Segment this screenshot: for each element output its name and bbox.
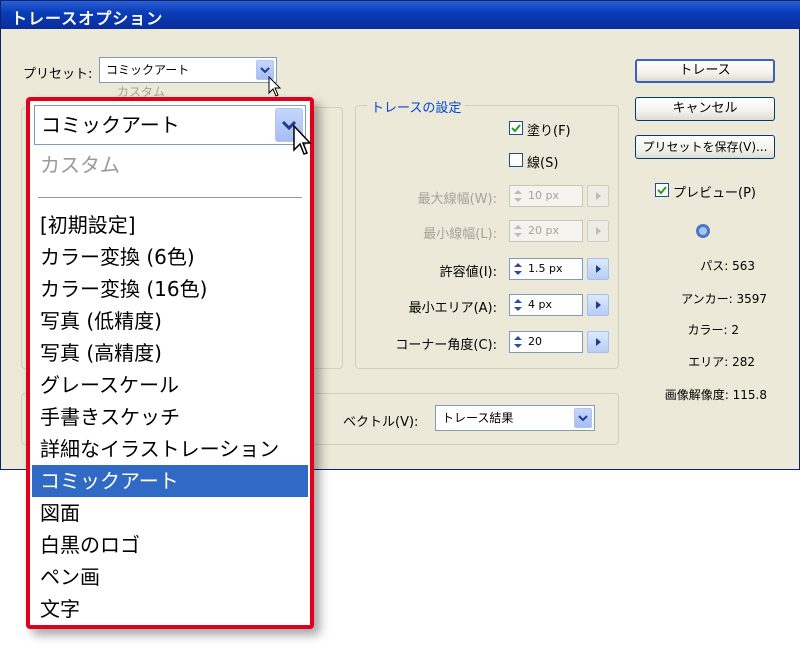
anchors-stat: アンカー: 3597 [681, 292, 767, 306]
chevron-right-icon [596, 265, 601, 273]
list-item-color-16[interactable]: カラー変換 (16色) [32, 273, 308, 305]
vector-label: ベクトル(V): [343, 415, 419, 430]
save-preset-button[interactable]: プリセットを保存(V)... [635, 135, 775, 159]
preset-select[interactable]: コミックアート [99, 57, 277, 83]
preset-select-value: コミックアート [106, 63, 190, 77]
max-stroke-spinner[interactable]: 10 px [509, 185, 583, 207]
list-item-custom[interactable]: カスタム [32, 149, 308, 181]
chevron-right-icon [596, 301, 601, 309]
list-item-color-6[interactable]: カラー変換 (6色) [32, 241, 308, 273]
stroke-label: 線(S) [527, 156, 559, 171]
checkmark-icon [511, 124, 521, 133]
trace-button[interactable]: トレース [635, 59, 775, 83]
list-item-comic-art[interactable]: コミックアート [32, 465, 308, 497]
preview-checkbox[interactable] [655, 183, 669, 197]
stroke-checkbox[interactable] [509, 153, 523, 167]
tolerance-value: 1.5 px [528, 262, 563, 275]
corner-angle-value: 20 [528, 335, 542, 348]
corner-angle-label: コーナー角度(C): [395, 338, 497, 353]
list-item-technical-drawing[interactable]: 図面 [32, 497, 308, 529]
max-stroke-slider-button[interactable] [587, 185, 609, 207]
min-stroke-slider-button[interactable] [587, 220, 609, 242]
paths-stat: パス: 563 [700, 259, 755, 273]
vector-select[interactable]: トレース結果 [435, 405, 595, 431]
list-item-grayscale[interactable]: グレースケール [32, 369, 308, 401]
chevron-right-icon [596, 192, 601, 200]
list-item-detailed-illustration[interactable]: 詳細なイラストレーション [32, 433, 308, 465]
checkmark-icon [657, 186, 667, 195]
max-stroke-label: 最大線幅(W): [417, 192, 497, 207]
chevron-down-icon [260, 66, 270, 73]
cursor-arrow-icon [268, 76, 282, 97]
title-bar[interactable]: トレースオプション [1, 1, 800, 29]
vector-dropdown-button[interactable] [574, 408, 592, 428]
spinner-arrows-icon [514, 299, 522, 311]
min-area-value: 4 px [528, 298, 552, 311]
tolerance-label: 許容値(I): [439, 265, 497, 280]
list-item-photo-high[interactable]: 写真 (高精度) [32, 337, 308, 369]
preview-label: プレビュー(P) [673, 186, 756, 201]
spinner-arrows-icon [514, 336, 522, 348]
list-item-default[interactable]: [初期設定] [32, 209, 308, 241]
cancel-button[interactable]: キャンセル [635, 97, 775, 121]
spinner-arrows-icon [514, 225, 522, 237]
min-area-spinner[interactable]: 4 px [509, 294, 583, 316]
cursor-arrow-icon [293, 124, 312, 155]
colors-stat: カラー: 2 [687, 323, 740, 337]
min-area-label: 最小エリア(A): [408, 301, 497, 316]
resolution-stat: 画像解像度: 115.8 [664, 388, 767, 402]
list-item-type[interactable]: 文字 [32, 593, 308, 625]
min-area-slider-button[interactable] [587, 294, 609, 316]
list-item-bw-logo[interactable]: 白黒のロゴ [32, 529, 308, 561]
tolerance-slider-button[interactable] [587, 258, 609, 280]
tolerance-spinner[interactable]: 1.5 px [509, 258, 583, 280]
chevron-right-icon [596, 227, 601, 235]
list-item-hand-sketch[interactable]: 手書きスケッチ [32, 401, 308, 433]
list-item-photo-low[interactable]: 写真 (低精度) [32, 305, 308, 337]
corner-angle-slider-button[interactable] [587, 331, 609, 353]
trace-settings-title: トレースの設定 [367, 97, 466, 116]
min-stroke-value: 20 px [528, 224, 559, 237]
chevron-down-icon [578, 414, 588, 421]
fill-label: 塗り(F) [527, 124, 571, 139]
spinner-arrows-icon [514, 263, 522, 275]
chevron-right-icon [596, 338, 601, 346]
window-title: トレースオプション [11, 9, 164, 28]
spinner-arrows-icon [514, 190, 522, 202]
areas-stat: エリア: 282 [688, 355, 755, 369]
corner-angle-spinner[interactable]: 20 [509, 331, 583, 353]
list-separator [38, 197, 302, 198]
dropdown-combo[interactable]: コミックアート [34, 105, 306, 145]
dropdown-combo-value: コミックアート [41, 113, 180, 137]
min-stroke-label: 最小線幅(L): [423, 227, 497, 242]
fill-checkbox[interactable] [509, 121, 523, 135]
max-stroke-value: 10 px [528, 189, 559, 202]
min-stroke-spinner[interactable]: 20 px [509, 220, 583, 242]
list-item-ink-drawing[interactable]: ペン画 [32, 561, 308, 593]
preset-dropdown-list[interactable]: コミックアート カスタム [初期設定] カラー変換 (6色) カラー変換 (16… [26, 97, 314, 629]
info-icon [695, 223, 711, 239]
preset-label: プリセット: [23, 67, 93, 82]
vector-select-value: トレース結果 [442, 411, 514, 425]
